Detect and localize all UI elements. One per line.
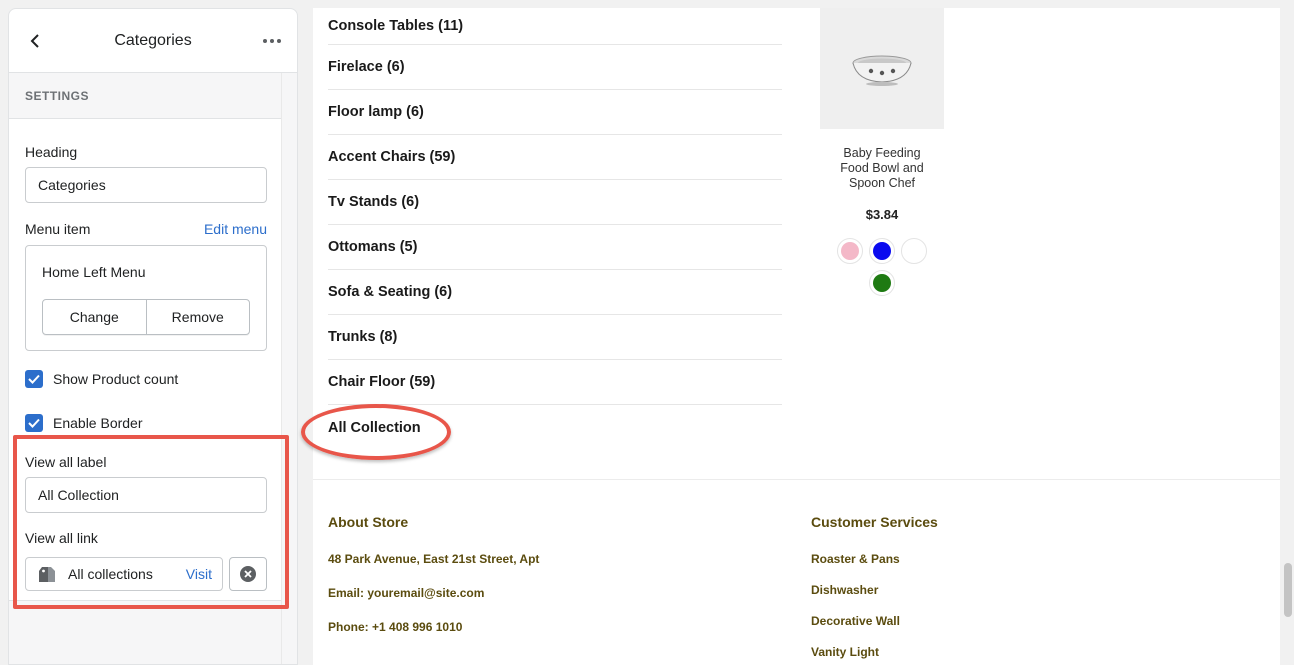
remove-button[interactable]: Remove — [147, 300, 250, 334]
highlight-annotation-box — [13, 435, 289, 609]
checkmark-icon — [28, 418, 40, 428]
footer-address: 48 Park Avenue, East 21st Street, Apt — [328, 552, 540, 566]
footer-phone[interactable]: Phone: +1 408 996 1010 — [328, 620, 539, 654]
footer-service-link[interactable]: Vanity Light — [811, 645, 938, 665]
category-list: Console Tables (11) Firelace (6) Floor l… — [328, 8, 782, 450]
footer-services-heading: Customer Services — [811, 514, 938, 530]
category-item[interactable]: Tv Stands (6) — [328, 180, 782, 225]
product-card[interactable]: Baby Feeding Food Bowl and Spoon Chef $3… — [820, 8, 944, 296]
product-price: $3.84 — [865, 207, 899, 222]
footer-divider — [313, 479, 1280, 480]
footer-service-link[interactable]: Dishwasher — [811, 583, 938, 614]
enable-border-label: Enable Border — [53, 415, 143, 431]
settings-section-label: SETTINGS — [9, 73, 283, 119]
sidebar-header: Categories — [9, 9, 297, 73]
menu-name: Home Left Menu — [42, 264, 146, 280]
category-item[interactable]: Firelace (6) — [328, 45, 782, 90]
category-item[interactable]: Chair Floor (59) — [328, 360, 782, 405]
more-options-icon[interactable] — [261, 38, 283, 43]
change-button[interactable]: Change — [43, 300, 147, 334]
enable-border-checkbox[interactable] — [25, 414, 43, 432]
product-name[interactable]: Baby Feeding Food Bowl and Spoon Chef — [820, 146, 944, 191]
footer-service-link[interactable]: Decorative Wall — [811, 614, 938, 645]
menu-item-label: Menu item — [25, 221, 91, 237]
product-image[interactable] — [820, 8, 944, 129]
color-swatches — [834, 238, 930, 296]
footer-about-column: About Store 48 Park Avenue, East 21st St… — [328, 514, 539, 654]
category-item[interactable]: Ottomans (5) — [328, 225, 782, 270]
footer-services-column: Customer Services Roaster & Pans Dishwas… — [811, 514, 938, 665]
sidebar-title: Categories — [114, 31, 192, 49]
heading-label: Heading — [25, 144, 78, 160]
show-product-count-row[interactable]: Show Product count — [25, 370, 178, 388]
back-arrow-icon[interactable] — [25, 31, 45, 51]
category-item[interactable]: Sofa & Seating (6) — [328, 270, 782, 315]
footer-about-heading: About Store — [328, 514, 409, 530]
category-item[interactable]: Trunks (8) — [328, 315, 782, 360]
heading-input[interactable]: Categories — [25, 167, 267, 203]
enable-border-row[interactable]: Enable Border — [25, 414, 143, 432]
show-product-count-label: Show Product count — [53, 371, 179, 387]
page-scroll-thumb[interactable] — [1284, 563, 1292, 617]
color-swatch-white[interactable] — [901, 238, 927, 264]
footer-email[interactable]: Email: youremail@site.com — [328, 586, 539, 620]
color-swatch-pink[interactable] — [837, 238, 863, 264]
checkmark-icon — [28, 374, 40, 384]
menu-button-group: Change Remove — [42, 299, 250, 335]
highlight-annotation-ellipse — [301, 404, 451, 460]
category-item[interactable]: Console Tables (11) — [328, 8, 782, 45]
menu-picker: Home Left Menu Change Remove — [25, 245, 267, 351]
storefront-preview: Console Tables (11) Firelace (6) Floor l… — [301, 8, 1280, 665]
edit-menu-link[interactable]: Edit menu — [204, 221, 267, 237]
color-swatch-blue[interactable] — [869, 238, 895, 264]
color-swatch-green[interactable] — [869, 270, 895, 296]
footer-service-link[interactable]: Roaster & Pans — [811, 552, 938, 583]
category-item[interactable]: Accent Chairs (59) — [328, 135, 782, 180]
category-item[interactable]: Floor lamp (6) — [328, 90, 782, 135]
bowl-icon — [852, 55, 912, 86]
show-product-count-checkbox[interactable] — [25, 370, 43, 388]
